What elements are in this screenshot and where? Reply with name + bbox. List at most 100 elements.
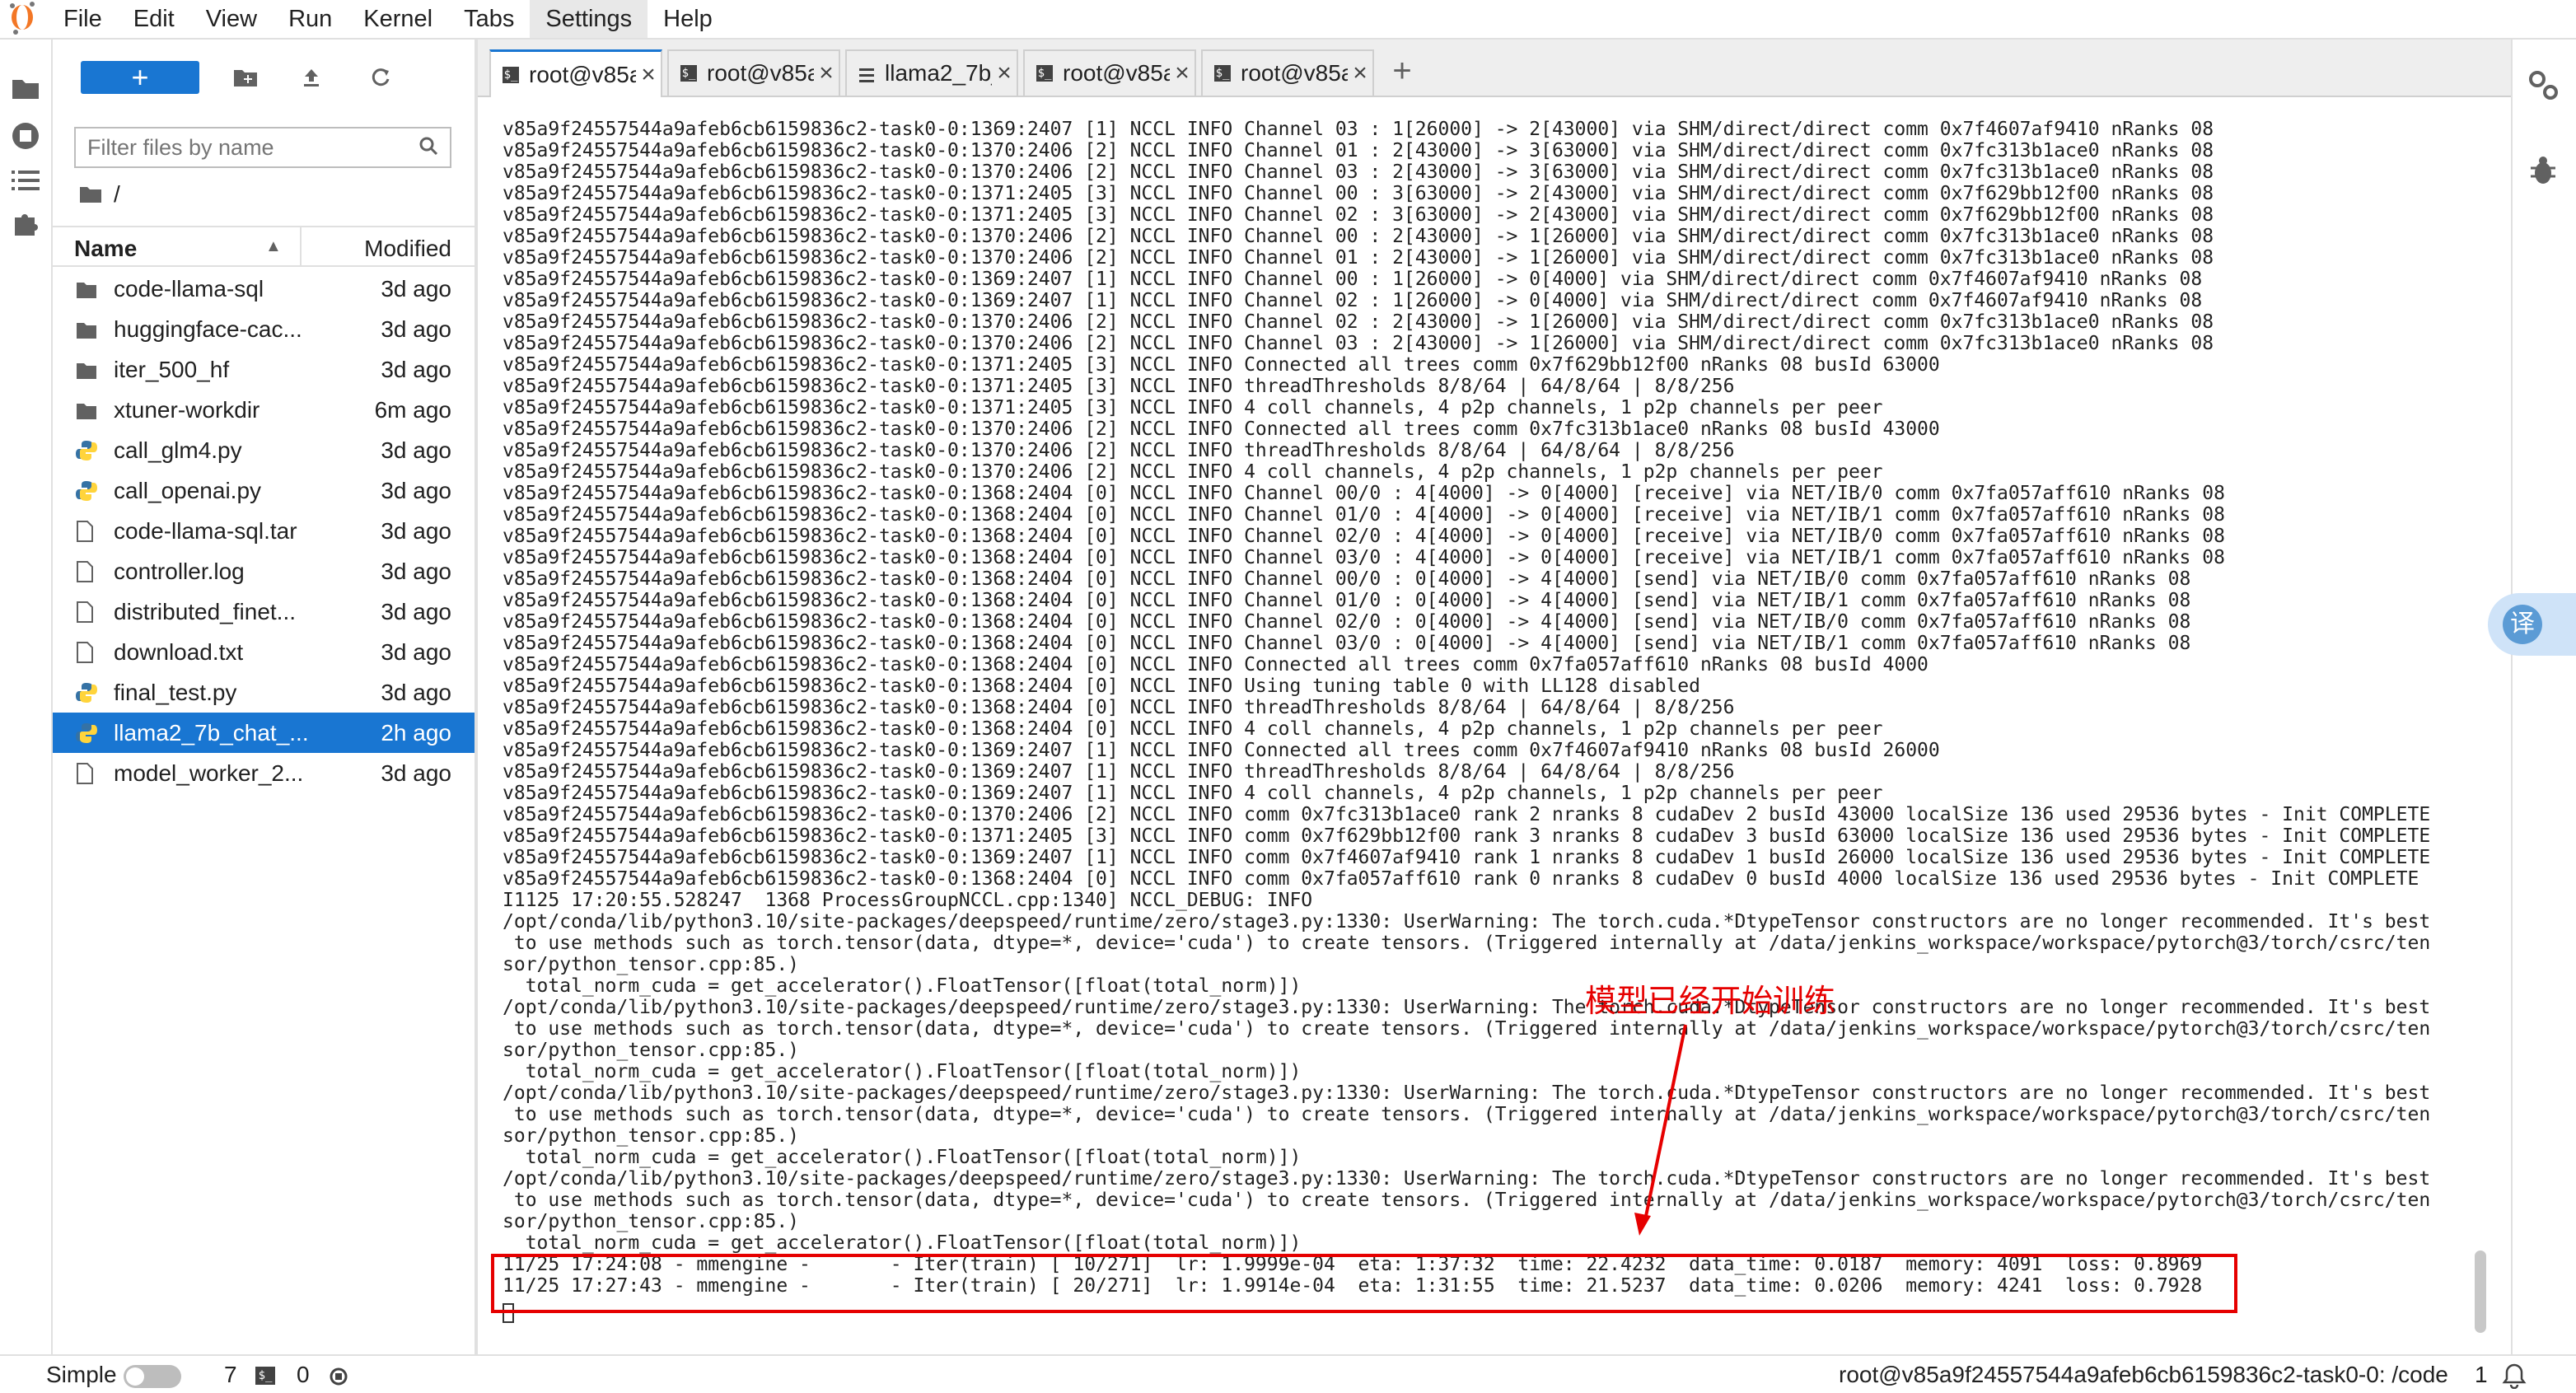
file-list: code-llama-sql 3d ago huggingface-cac... 3d… <box>53 269 475 793</box>
file-row[interactable]: llama2_7b_chat_... 2h ago <box>53 713 475 753</box>
column-name-header[interactable]: Name <box>74 236 137 262</box>
file-row[interactable]: model_worker_2... 3d ago <box>53 753 475 793</box>
file-row[interactable]: download.txt 3d ago <box>53 632 475 672</box>
table-of-contents-icon[interactable] <box>8 163 43 198</box>
terminal-line: v85a9f24557544a9afeb6cb6159836c2-task0-0… <box>503 547 2225 568</box>
folder-icon <box>76 278 97 300</box>
close-icon[interactable]: × <box>636 61 661 89</box>
terminal-scrollbar-thumb[interactable] <box>2475 1250 2486 1333</box>
file-modified: 3d ago <box>381 437 451 463</box>
folder-icon[interactable] <box>8 71 43 105</box>
kernel-gear-icon[interactable] <box>328 1366 349 1387</box>
file-modified: 3d ago <box>381 276 451 302</box>
property-inspector-icon[interactable] <box>2524 66 2562 104</box>
file-row[interactable]: iter_500_hf 3d ago <box>53 349 475 390</box>
terminal-line: v85a9f24557544a9afeb6cb6159836c2-task0-0… <box>503 783 1883 804</box>
menu-tabs[interactable]: Tabs <box>448 0 530 38</box>
simple-mode-label: Simple <box>46 1362 117 1387</box>
menu-file[interactable]: File <box>48 0 118 38</box>
translate-button[interactable]: 译 <box>2488 593 2576 656</box>
terminal-line: v85a9f24557544a9afeb6cb6159836c2-task0-0… <box>503 697 1735 718</box>
new-folder-icon[interactable] <box>229 61 262 94</box>
terminal-scrollbar[interactable] <box>2473 97 2490 1351</box>
file-row[interactable]: huggingface-cac... 3d ago <box>53 309 475 349</box>
menu-kernel[interactable]: Kernel <box>348 0 448 38</box>
close-icon[interactable]: × <box>1348 59 1372 87</box>
terminal-line: v85a9f24557544a9afeb6cb6159836c2-task0-0… <box>503 204 2214 226</box>
folder-icon <box>76 400 97 421</box>
close-icon[interactable]: × <box>1170 59 1194 87</box>
file-row[interactable]: call_openai.py 3d ago <box>53 470 475 511</box>
breadcrumb-root[interactable]: / <box>114 181 120 208</box>
tab-4[interactable]: $_ root@v85a9f24557544a9a× <box>1023 49 1196 96</box>
file-modified: 3d ago <box>381 559 451 584</box>
terminal-line: v85a9f24557544a9afeb6cb6159836c2-task0-0… <box>503 675 1700 697</box>
terminal-line: sor/python_tensor.cpp:85.) <box>503 1211 800 1232</box>
file-name: xtuner-workdir <box>114 397 260 423</box>
annotation-label: 模型已经开始训练 <box>1585 983 1836 1019</box>
new-launcher-button[interactable]: + <box>81 60 199 94</box>
terminal-line: v85a9f24557544a9afeb6cb6159836c2-task0-0… <box>503 269 2203 290</box>
tab-3[interactable]: llama2_7b_chat_qlora_sql_× <box>845 49 1018 96</box>
kernels-count[interactable]: 0 <box>297 1362 310 1388</box>
terminal-icon: $_ <box>503 66 519 83</box>
column-modified-header[interactable]: Modified <box>364 236 451 262</box>
terminal-line: /opt/conda/lib/python3.10/site-packages/… <box>503 1168 2431 1190</box>
terminal-line: v85a9f24557544a9afeb6cb6159836c2-task0-0… <box>503 804 2431 825</box>
terminal-line: sor/python_tensor.cpp:85.) <box>503 954 800 975</box>
python-file-icon <box>76 480 97 502</box>
debugger-icon[interactable] <box>2524 152 2562 189</box>
filter-files-input[interactable]: Filter files by name <box>74 127 451 168</box>
tab-label: root@v85a9f24557544a9a <box>707 60 814 86</box>
refresh-icon[interactable] <box>364 61 397 94</box>
file-row[interactable]: code-llama-sql 3d ago <box>53 269 475 309</box>
extension-manager-icon[interactable] <box>8 206 43 241</box>
terminal-line: v85a9f24557544a9afeb6cb6159836c2-task0-0… <box>503 590 2191 611</box>
file-row[interactable]: xtuner-workdir 6m ago <box>53 390 475 430</box>
tab-5[interactable]: $_ root@v85a9f24557544a9a× <box>1201 49 1374 96</box>
file-row[interactable]: code-llama-sql.tar 3d ago <box>53 511 475 551</box>
document-tab-bar: $_root@v85a9f24557544a9a×$_root@v85a9f24… <box>478 40 2511 97</box>
file-row[interactable]: call_glm4.py 3d ago <box>53 430 475 470</box>
running-sessions-icon[interactable] <box>8 119 43 153</box>
filter-placeholder: Filter files by name <box>87 135 274 160</box>
terminal-line: v85a9f24557544a9afeb6cb6159836c2-task0-0… <box>503 440 1735 461</box>
tab-2[interactable]: $_ root@v85a9f24557544a9a× <box>667 49 840 96</box>
terminal-line: v85a9f24557544a9afeb6cb6159836c2-task0-0… <box>503 526 2225 547</box>
terminal-line: v85a9f24557544a9afeb6cb6159836c2-task0-0… <box>503 290 2203 311</box>
menu-edit[interactable]: Edit <box>118 0 190 38</box>
file-name: call_glm4.py <box>114 437 242 463</box>
simple-mode-toggle[interactable] <box>124 1365 181 1388</box>
file-icon <box>76 642 97 663</box>
right-sidebar <box>2511 40 2576 1354</box>
menu-settings[interactable]: Settings <box>530 0 648 38</box>
menu-help[interactable]: Help <box>648 0 728 38</box>
python-file-icon <box>76 440 97 461</box>
terminal-line: total_norm_cuda = get_accelerator().Floa… <box>503 1061 1302 1082</box>
terminal-icon[interactable]: $_ <box>255 1367 275 1385</box>
terminal-line: v85a9f24557544a9afeb6cb6159836c2-task0-0… <box>503 397 1883 418</box>
file-row[interactable]: final_test.py 3d ago <box>53 672 475 713</box>
python-file-icon <box>76 682 97 704</box>
close-icon[interactable]: × <box>992 59 1017 87</box>
breadcrumb[interactable]: / <box>79 181 120 208</box>
close-icon[interactable]: × <box>814 59 839 87</box>
terminals-count[interactable]: 7 <box>224 1362 237 1388</box>
file-row[interactable]: distributed_finet... 3d ago <box>53 591 475 632</box>
terminal-icon: $_ <box>1036 65 1053 82</box>
tab-1[interactable]: $_ root@v85a9f24557544a9a× <box>489 49 662 97</box>
panel-splitter[interactable] <box>475 40 478 1354</box>
terminal-panel[interactable]: v85a9f24557544a9afeb6cb6159836c2-task0-0… <box>489 97 2498 1351</box>
add-tab-icon[interactable]: + <box>1384 53 1420 89</box>
menu-view[interactable]: View <box>190 0 273 38</box>
tab-label: root@v85a9f24557544a9a <box>1241 60 1348 86</box>
file-modified: 3d ago <box>381 357 451 382</box>
sort-ascending-icon[interactable]: ▲ <box>265 237 282 256</box>
tab-label: llama2_7b_chat_qlora_sql_ <box>885 60 992 86</box>
file-row[interactable]: controller.log 3d ago <box>53 551 475 591</box>
jupyter-logo-icon <box>8 0 48 38</box>
upload-icon[interactable] <box>295 61 328 94</box>
menu-run[interactable]: Run <box>273 0 348 38</box>
notification-count[interactable]: 1 <box>2475 1362 2488 1388</box>
notification-bell-icon[interactable] <box>2501 1363 2527 1389</box>
